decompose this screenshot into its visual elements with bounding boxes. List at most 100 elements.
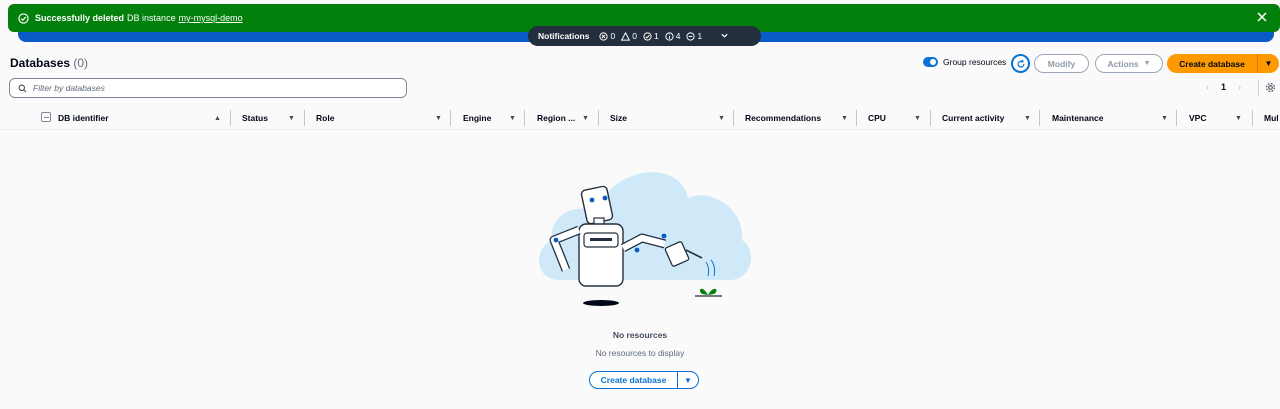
warning-count-value: 0: [632, 31, 637, 41]
column-label: DB identifier: [58, 113, 109, 123]
close-icon[interactable]: [1256, 11, 1268, 23]
sort-icon: ▼: [718, 114, 725, 122]
sort-icon: ▼: [435, 114, 442, 122]
gear-icon[interactable]: [1265, 82, 1276, 93]
page-title-text: Databases: [10, 56, 71, 70]
column-divider: [304, 110, 305, 126]
column-region[interactable]: Region ... ▼: [537, 112, 597, 124]
success-count: 1: [643, 31, 659, 41]
search-input[interactable]: Filter by databases: [9, 78, 407, 98]
empty-create-database-split-button[interactable]: Create database ▼: [589, 371, 699, 389]
flash-text: DB instance: [127, 13, 176, 23]
caret-down-icon: ▼: [1143, 60, 1151, 67]
flash-bold-text: Successfully deleted: [35, 13, 125, 23]
refresh-icon: [1017, 59, 1025, 68]
empty-create-database-button[interactable]: Create database: [590, 372, 678, 388]
resource-count: (0): [73, 56, 89, 70]
sort-icon: ▼: [914, 114, 921, 122]
column-label: VPC: [1189, 113, 1207, 123]
column-label: Mul: [1264, 113, 1279, 123]
success-check-icon: [18, 12, 29, 24]
in-progress-count: 1: [686, 31, 702, 41]
current-page[interactable]: 1: [1221, 82, 1226, 92]
column-label: Role: [316, 113, 335, 123]
sort-icon: ▼: [1024, 114, 1031, 122]
column-label: Current activity: [942, 113, 1005, 123]
actions-button[interactable]: Actions ▼: [1095, 54, 1163, 73]
modify-button[interactable]: Modify: [1034, 54, 1089, 73]
column-divider: [733, 110, 734, 126]
group-resources-toggle[interactable]: Group resources: [923, 57, 1006, 67]
column-db-identifier[interactable]: DB identifier ▲: [58, 112, 228, 124]
column-size[interactable]: Size ▼: [610, 112, 732, 124]
column-status[interactable]: Status ▼: [242, 112, 302, 124]
column-divider: [598, 110, 599, 126]
refresh-button[interactable]: [1011, 54, 1030, 73]
column-label: Size: [610, 113, 628, 123]
previous-page-icon[interactable]: ‹: [1206, 82, 1209, 92]
group-resources-label: Group resources: [943, 57, 1007, 67]
search-icon: [18, 84, 27, 92]
sort-icon: ▼: [1235, 114, 1242, 122]
column-label: Maintenance: [1052, 113, 1104, 123]
success-icon: [643, 31, 652, 41]
empty-create-dropdown-icon[interactable]: ▼: [678, 372, 698, 388]
search-placeholder: Filter by databases: [33, 83, 105, 93]
create-database-button[interactable]: Create database: [1167, 54, 1257, 73]
success-count-value: 1: [653, 31, 659, 41]
column-divider: [1176, 110, 1177, 126]
column-divider: [856, 110, 857, 126]
sort-icon: ▼: [288, 114, 295, 122]
sort-icon: ▼: [841, 114, 848, 122]
column-divider: [1252, 110, 1253, 126]
page-title: Databases (0): [10, 56, 88, 70]
next-page-icon[interactable]: ›: [1238, 82, 1241, 92]
column-recommendations[interactable]: Recommendations ▼: [745, 112, 855, 124]
notifications-bar[interactable]: Notifications 0 0 1 4 1: [528, 26, 761, 46]
column-engine[interactable]: Engine ▼: [463, 112, 523, 124]
flash-instance-link[interactable]: my-mysql-demo: [179, 13, 243, 23]
column-vpc[interactable]: VPC ▼: [1189, 112, 1249, 124]
error-icon: [599, 31, 609, 41]
column-divider: [450, 110, 451, 126]
column-cpu[interactable]: CPU ▼: [868, 112, 928, 124]
empty-state-subtitle: No resources to display: [595, 348, 685, 358]
column-label: Recommendations: [745, 113, 822, 123]
in-progress-icon: [686, 31, 696, 41]
toggle-switch[interactable]: [923, 57, 938, 67]
create-database-split-button[interactable]: Create database ▼: [1167, 54, 1279, 73]
empty-state-title: No resources: [612, 330, 668, 340]
column-maintenance[interactable]: Maintenance ▼: [1052, 112, 1174, 124]
notifications-title: Notifications: [538, 31, 590, 41]
robot-watering-plant-illustration: [538, 172, 752, 306]
sort-icon: ▼: [582, 114, 589, 122]
column-label: Region ...: [537, 113, 576, 123]
column-label: Engine: [463, 113, 492, 123]
empty-state: No resources No resources to display: [0, 330, 1280, 358]
column-label: CPU: [868, 113, 886, 123]
column-divider: [524, 110, 525, 126]
error-count: 0: [599, 31, 615, 41]
column-divider: [1039, 110, 1040, 126]
chevron-down-icon[interactable]: [720, 31, 729, 42]
column-divider: [930, 110, 931, 126]
info-count-value: 4: [675, 31, 681, 41]
column-current-activity[interactable]: Current activity ▼: [942, 112, 1037, 124]
column-label: Status: [242, 113, 268, 123]
column-divider: [230, 110, 231, 126]
column-role[interactable]: Role ▼: [316, 112, 448, 124]
actions-label: Actions: [1107, 58, 1139, 69]
pager-divider: [1258, 80, 1259, 96]
sort-ascending-icon: ▲: [214, 114, 221, 122]
error-count-value: 0: [610, 31, 616, 41]
table-header: DB identifier ▲ Status ▼ Role ▼ Engine ▼…: [0, 106, 1280, 130]
info-count: 4: [665, 31, 681, 41]
in-progress-count-value: 1: [697, 31, 703, 41]
create-database-dropdown-icon[interactable]: ▼: [1257, 54, 1279, 73]
sort-icon: ▼: [1161, 114, 1168, 122]
info-icon: [665, 31, 674, 41]
pagination: ‹ 1 ›: [1206, 82, 1241, 92]
column-multi-az[interactable]: Mul: [1264, 112, 1280, 124]
sort-icon: ▼: [509, 114, 516, 122]
warning-icon: [621, 31, 631, 41]
